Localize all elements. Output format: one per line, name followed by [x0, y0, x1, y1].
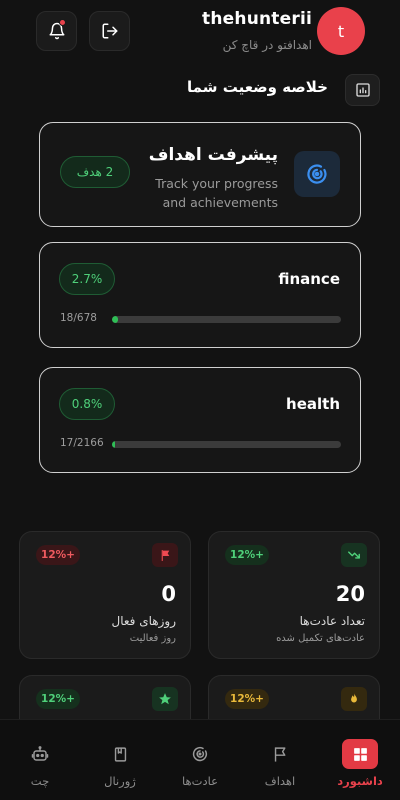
stat-change-badge: 12%+: [36, 689, 80, 709]
goal-count: 17/2166: [60, 437, 104, 449]
goals-progress-card[interactable]: 2 هدف پیشرفت اهداف Track your progress a…: [39, 122, 361, 227]
flag-outline-icon: [262, 739, 298, 769]
nav-item-chat[interactable]: چت: [0, 720, 80, 800]
fire-icon: [341, 687, 367, 711]
goal-progress-fill: [112, 441, 116, 448]
stat-value: 0: [161, 582, 176, 606]
stat-label: تعداد عادت‌ها: [299, 614, 365, 628]
goal-percent-badge: 2.7%: [59, 263, 115, 295]
stat-card-habits[interactable]: 12%+ 20 تعداد عادت‌ها عادت‌های تکمیل شده: [208, 531, 380, 659]
logout-icon: [102, 23, 117, 39]
stat-sublabel: عادت‌های تکمیل شده: [276, 633, 365, 644]
goals-count-badge: 2 هدف: [60, 156, 130, 188]
goal-name: finance: [278, 270, 340, 288]
stat-card-active-days[interactable]: 12%+ 0 روزهای فعال روز فعالیت: [19, 531, 191, 659]
stat-change-badge: 12%+: [36, 545, 80, 565]
app-header: thehunterii اهدافتو در قاچ کن t: [0, 0, 400, 66]
nav-label: داشبورد: [337, 774, 383, 788]
goals-card-subtitle: Track your progress and achievements: [155, 176, 278, 210]
summary-title: خلاصه وضعیت شما: [187, 78, 328, 96]
avatar[interactable]: t: [317, 7, 365, 55]
trend-icon: [341, 543, 367, 567]
nav-item-journal[interactable]: ژورنال: [80, 720, 160, 800]
goals-card-title: پیشرفت اهداف: [148, 145, 278, 165]
dashboard-icon: [342, 739, 378, 769]
nav-label: چت: [30, 774, 50, 788]
nav-item-habits[interactable]: عادت‌ها: [160, 720, 240, 800]
goal-percent-badge: 0.8%: [59, 388, 115, 420]
nav-label: عادت‌ها: [182, 774, 218, 788]
notification-dot: [59, 19, 66, 26]
username: thehunterii: [202, 9, 312, 29]
stat-label: روزهای فعال: [111, 614, 176, 628]
chart-icon: [345, 74, 380, 106]
stat-change-badge: 12%+: [225, 545, 269, 565]
flag-icon: [152, 543, 178, 567]
user-tagline: اهدافتو در قاچ کن: [222, 38, 312, 52]
star-icon: [152, 687, 178, 711]
bottom-nav: چت ژورنال عادت‌ها اهداف داشبورد: [0, 719, 400, 800]
goal-count: 18/678: [60, 312, 97, 324]
target-icon: [294, 151, 340, 197]
stat-sublabel: روز فعالیت: [129, 633, 176, 644]
nav-item-dashboard[interactable]: داشبورد: [320, 720, 400, 800]
robot-icon: [22, 739, 58, 769]
goal-progress-track: [112, 441, 341, 448]
goal-card-health[interactable]: 0.8% health 17/2166: [39, 367, 361, 473]
goal-progress-track: [112, 316, 341, 323]
target-icon: [182, 739, 218, 769]
nav-item-goals[interactable]: اهداف: [240, 720, 320, 800]
nav-label: اهداف: [264, 774, 296, 788]
logout-button[interactable]: [89, 11, 130, 51]
nav-label: ژورنال: [104, 774, 136, 788]
notifications-button[interactable]: [36, 11, 77, 51]
stat-value: 20: [335, 582, 365, 606]
goal-card-finance[interactable]: 2.7% finance 18/678: [39, 242, 361, 348]
goal-progress-fill: [112, 316, 119, 323]
goal-name: health: [286, 395, 340, 413]
book-icon: [102, 739, 138, 769]
stat-change-badge: 12%+: [225, 689, 269, 709]
